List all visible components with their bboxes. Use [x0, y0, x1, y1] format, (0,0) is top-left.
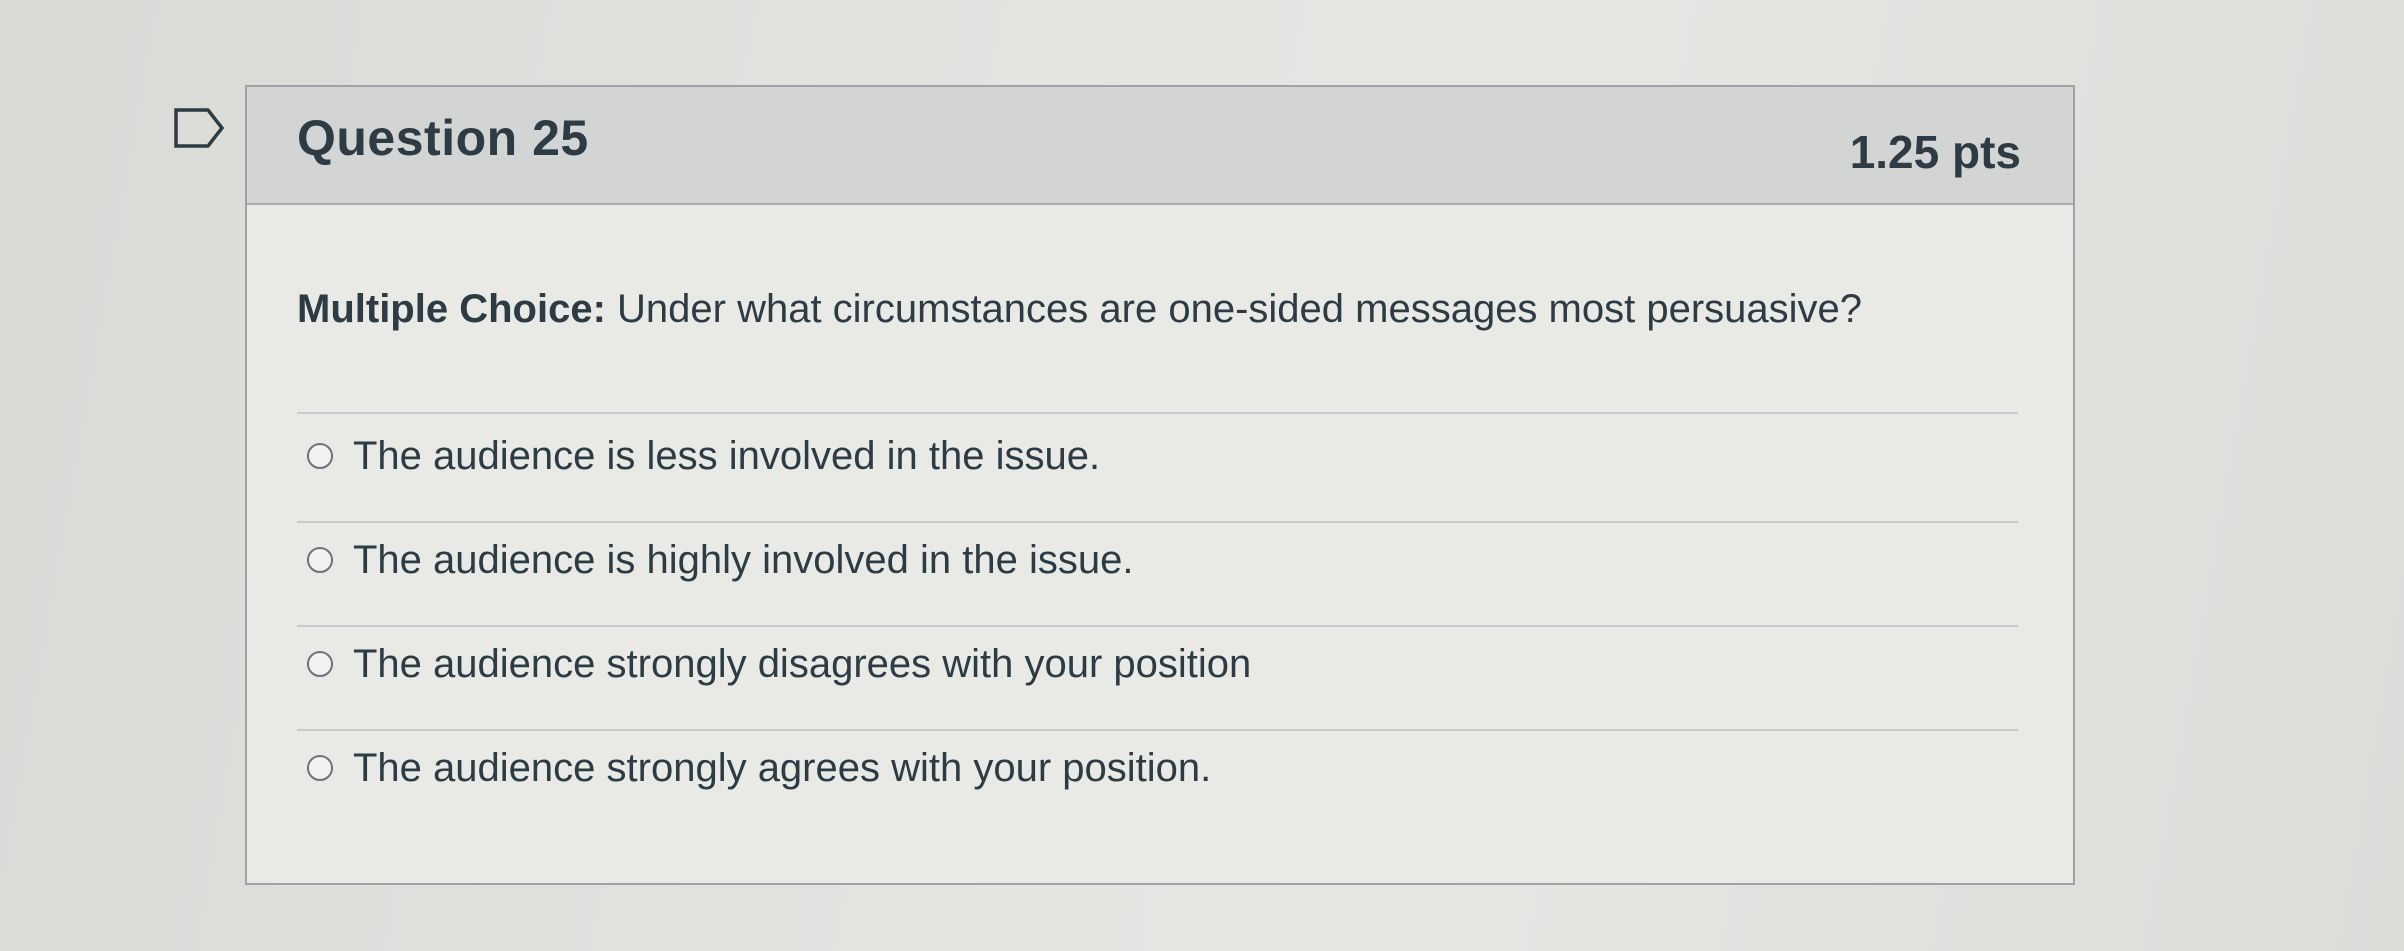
divider — [297, 521, 2018, 523]
answer-label: The audience is less involved in the iss… — [353, 433, 1101, 478]
question-prompt: Under what circumstances are one-sided m… — [605, 287, 1863, 331]
question-type-label: Multiple Choice: — [297, 287, 606, 331]
answer-option-2[interactable]: The audience is highly involved in the i… — [307, 529, 1133, 591]
divider — [297, 625, 2018, 627]
radio-button-icon[interactable] — [307, 755, 333, 781]
question-text: Multiple Choice: Under what circumstance… — [297, 287, 1862, 332]
radio-button-icon[interactable] — [307, 547, 333, 573]
answer-option-1[interactable]: The audience is less involved in the iss… — [307, 425, 1100, 487]
answer-option-3[interactable]: The audience strongly disagrees with you… — [307, 633, 1251, 695]
divider — [297, 729, 2018, 731]
answer-label: The audience strongly disagrees with you… — [353, 641, 1252, 686]
radio-button-icon[interactable] — [307, 443, 333, 469]
question-header: Question 25 1.25 pts — [247, 87, 2073, 205]
answer-option-4[interactable]: The audience strongly agrees with your p… — [307, 737, 1211, 799]
divider — [297, 412, 2018, 414]
question-card: Question 25 1.25 pts Multiple Choice: Un… — [245, 85, 2075, 885]
answer-label: The audience strongly agrees with your p… — [353, 745, 1212, 790]
answer-label: The audience is highly involved in the i… — [353, 537, 1134, 582]
question-points: 1.25 pts — [1849, 126, 2021, 178]
flag-icon[interactable] — [172, 106, 228, 150]
question-title: Question 25 — [297, 110, 589, 166]
radio-button-icon[interactable] — [307, 651, 333, 677]
